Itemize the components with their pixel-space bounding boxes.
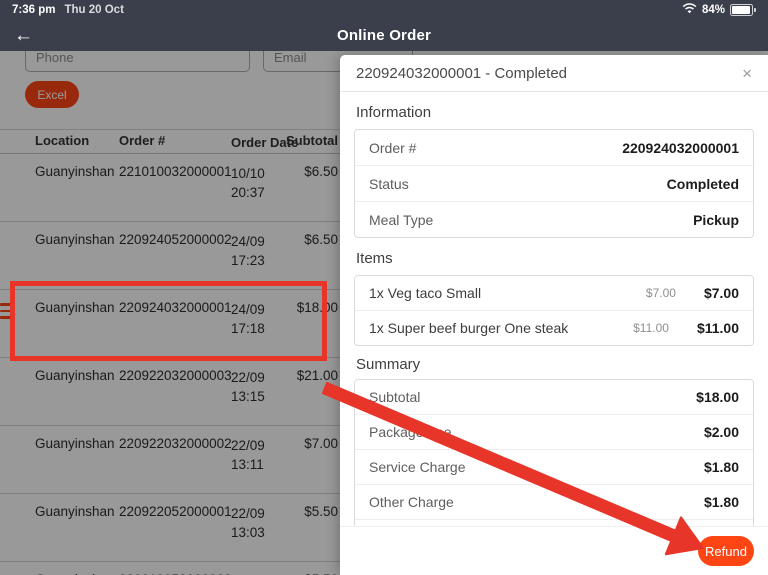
panel-footer: Refund	[340, 526, 768, 575]
item-row: 1x Veg taco Small $7.00 $7.00	[355, 276, 753, 311]
info-label: Status	[369, 175, 409, 192]
status-bar: 7:36 pm Thu 20 Oct 84%	[0, 0, 768, 20]
summary-label: Subtotal	[369, 389, 421, 405]
summary-row: Subtotal $18.00	[355, 380, 753, 415]
summary-label: Other Charge	[369, 494, 454, 510]
app-screen: 7:36 pm Thu 20 Oct 84% ← Online Order Ex…	[0, 0, 768, 575]
summary-row: Service Charge $1.80	[355, 450, 753, 485]
summary-value: $1.80	[703, 494, 739, 510]
information-heading: Information	[356, 104, 432, 121]
item-name: 1x Super beef burger One steak	[369, 320, 569, 336]
info-row: Status Completed	[355, 166, 753, 202]
item-name: 1x Veg taco Small	[369, 285, 482, 301]
battery-percent: 84%	[701, 4, 725, 16]
panel-title: 220924032000001 - Completed	[356, 64, 568, 82]
item-unit-price: $7.00	[645, 286, 676, 300]
item-total: $11.00	[696, 320, 739, 336]
status-time: 7:36 pm	[12, 4, 56, 16]
info-row: Order # 220924032000001	[355, 130, 753, 166]
info-label: Meal Type	[369, 211, 434, 228]
summary-row: Other Charge $1.80	[355, 485, 753, 520]
summary-value: $1.80	[703, 459, 739, 475]
panel-body: Information Order # 220924032000001 Stat…	[340, 92, 768, 527]
info-value: Pickup	[693, 211, 739, 228]
item-row: 1x Super beef burger One steak $11.00 $1…	[355, 311, 753, 345]
item-unit-price: $11.00	[633, 321, 669, 335]
close-icon[interactable]: ×	[742, 65, 752, 82]
summary-row: Package Fee $2.00	[355, 415, 753, 450]
information-card: Order # 220924032000001 Status Completed…	[354, 129, 754, 238]
items-card: 1x Veg taco Small $7.00 $7.00 1x Super b…	[354, 275, 754, 346]
refund-button[interactable]: Refund	[698, 536, 754, 566]
status-date: Thu 20 Oct	[64, 4, 124, 16]
info-label: Order #	[369, 139, 417, 156]
summary-value: $18.00	[696, 389, 739, 405]
wifi-icon	[682, 3, 697, 17]
info-value: 220924032000001	[622, 139, 739, 156]
nav-bar: ← Online Order	[0, 20, 768, 51]
summary-card: Subtotal $18.00 Package Fee $2.00 Servic…	[354, 379, 754, 527]
summary-label: Service Charge	[369, 459, 466, 475]
summary-value: $2.00	[703, 424, 739, 440]
panel-header: 220924032000001 - Completed ×	[340, 55, 768, 92]
order-detail-panel: 220924032000001 - Completed × Informatio…	[340, 55, 768, 575]
item-total: $7.00	[703, 285, 739, 301]
info-row: Meal Type Pickup	[355, 202, 753, 237]
summary-heading: Summary	[356, 356, 421, 373]
page-title: Online Order	[336, 27, 432, 44]
battery-icon	[730, 4, 756, 16]
summary-label: Package Fee	[369, 424, 452, 440]
back-icon[interactable]: ←	[14, 20, 33, 51]
info-value: Completed	[666, 175, 739, 192]
items-heading: Items	[356, 250, 393, 267]
